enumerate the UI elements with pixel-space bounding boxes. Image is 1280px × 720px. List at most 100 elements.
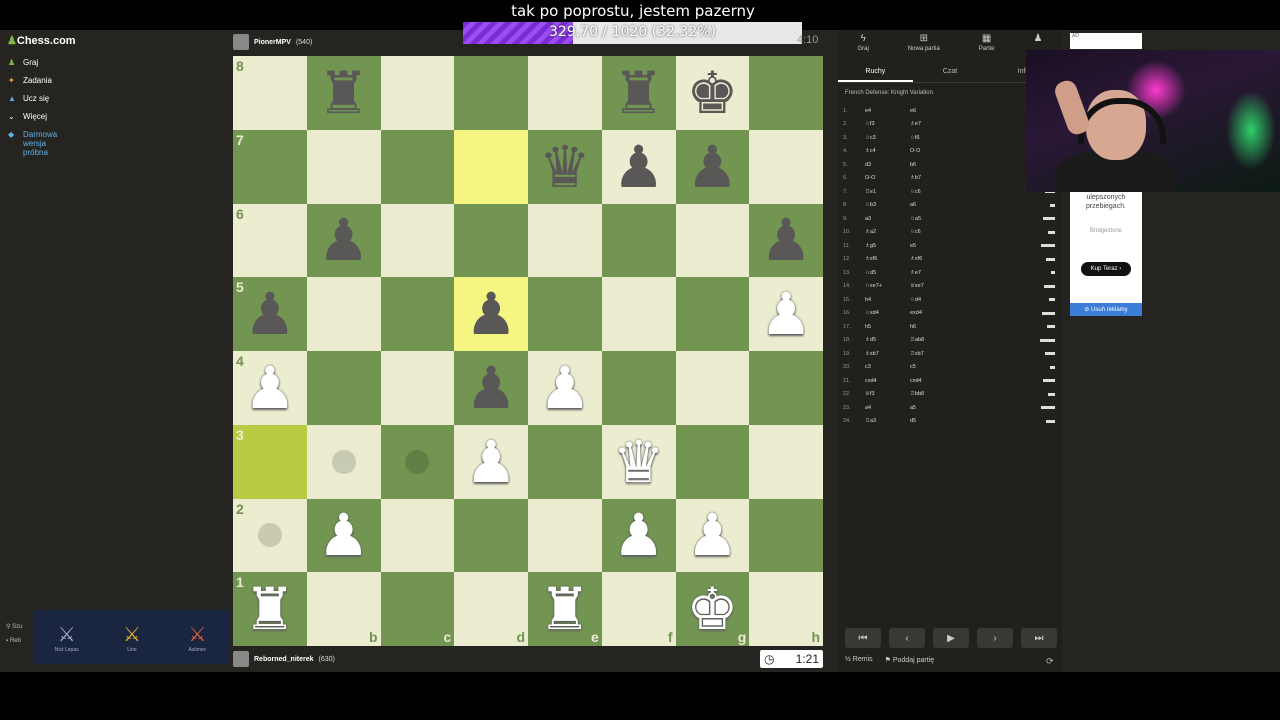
first-move-button[interactable]: ⏮ [845, 628, 881, 648]
white-move[interactable]: ♘f3 [865, 121, 910, 127]
square-h6[interactable]: ♟ [749, 203, 823, 278]
square-f6[interactable] [601, 203, 676, 278]
square-c7[interactable] [380, 129, 455, 204]
black-move[interactable]: e5 [910, 243, 955, 249]
black-pawn-piece[interactable]: ♟ [760, 211, 812, 269]
remove-ads-button[interactable]: ⊘ Usuń reklamy [1070, 303, 1142, 316]
black-move[interactable]: ♗e7 [910, 121, 955, 127]
square-e6[interactable] [528, 203, 602, 278]
black-move[interactable]: ♘c6 [910, 229, 955, 235]
black-move[interactable]: ♘d4 [910, 297, 955, 303]
prev-move-button[interactable]: ‹ [889, 628, 925, 648]
square-d5[interactable]: ♟ [454, 277, 528, 351]
white-queen-piece[interactable]: ♛ [613, 433, 665, 491]
black-move[interactable]: c5 [910, 364, 955, 370]
square-h3[interactable] [749, 424, 823, 499]
square-f5[interactable] [601, 277, 676, 351]
square-f7[interactable]: ♟ [601, 129, 676, 204]
chess-board[interactable]: 8 ♜ ♜ ♚ 7 ♛ ♟ ♟ 6 ♟ ♟ 5 ♟ ♟ ♟ 4 ♟ ♟ ♟ 3 ♟ ♛ 2 ♟ ♟ ♟ 1 ♜ b c d e ♜ f g ♚ h [233, 56, 823, 646]
white-move[interactable]: ♘d5 [865, 270, 910, 276]
square-a6[interactable]: 6 [233, 203, 307, 278]
next-move-button[interactable]: › [977, 628, 1013, 648]
square-c5[interactable] [380, 277, 455, 351]
square-d2[interactable] [454, 498, 528, 573]
square-a7[interactable]: 7 [233, 129, 307, 204]
black-move[interactable]: ♖ab8 [910, 337, 955, 343]
white-move[interactable]: ♘c3 [865, 135, 910, 141]
refresh-icon[interactable]: ⟳ [1046, 656, 1054, 667]
nav-item-more[interactable]: ⌄ Więcej [8, 112, 47, 121]
square-f2[interactable]: ♟ [601, 498, 676, 573]
square-a4[interactable]: 4 ♟ [233, 351, 307, 425]
move-hint-dot[interactable] [331, 449, 356, 474]
avatar[interactable] [233, 34, 249, 50]
square-h7[interactable] [749, 129, 823, 204]
white-move[interactable]: ♘xd4 [865, 310, 910, 316]
square-b7[interactable] [306, 129, 381, 204]
black-move[interactable]: ♗xf6 [910, 256, 955, 262]
draw-button[interactable]: ½ Remis [845, 656, 873, 664]
square-g8[interactable]: ♚ [675, 56, 750, 130]
white-move[interactable]: ♗xf6 [865, 256, 910, 262]
white-pawn-piece[interactable]: ♟ [318, 506, 370, 564]
square-a2[interactable]: 2 [233, 498, 307, 573]
square-e3[interactable] [528, 424, 602, 499]
white-move[interactable]: ♘b3 [865, 202, 910, 208]
square-a5[interactable]: 5 ♟ [233, 277, 307, 351]
square-f1[interactable]: f [601, 572, 676, 646]
square-d1[interactable]: d [454, 572, 528, 646]
square-b2[interactable]: ♟ [306, 498, 381, 573]
black-move[interactable]: cxd4 [910, 378, 955, 384]
black-move[interactable]: exd4 [910, 310, 955, 316]
black-move[interactable]: ♗e7 [910, 270, 955, 276]
black-move[interactable]: b6 [910, 162, 955, 168]
white-move[interactable]: c3 [865, 364, 910, 370]
white-move[interactable]: d3 [865, 162, 910, 168]
square-g3[interactable] [675, 424, 750, 499]
black-pawn-piece[interactable]: ♟ [465, 285, 517, 343]
black-move[interactable]: a5 [910, 405, 955, 411]
white-move[interactable]: a4 [865, 405, 910, 411]
white-move[interactable]: ♘xe7+ [865, 283, 910, 289]
square-e1[interactable]: e ♜ [528, 572, 602, 646]
square-h2[interactable] [749, 498, 823, 573]
nav-item-learn[interactable]: ▲ Ucz się [8, 94, 49, 103]
square-c2[interactable] [380, 498, 455, 573]
resign-button[interactable]: ⚑ Poddaj partię [885, 656, 935, 664]
square-a1[interactable]: 1 ♜ [233, 572, 307, 646]
square-d7[interactable] [454, 129, 528, 204]
black-move[interactable]: ♖bb8 [910, 391, 955, 397]
black-pawn-piece[interactable]: ♟ [318, 211, 370, 269]
tab-chat[interactable]: Czat [913, 64, 988, 82]
profile-nav-item[interactable]: ▪ Reb [6, 634, 22, 648]
move-hint-dot[interactable] [405, 449, 430, 474]
square-g5[interactable] [675, 277, 750, 351]
square-c1[interactable]: c [380, 572, 455, 646]
square-c8[interactable] [380, 56, 455, 130]
black-king-piece[interactable]: ♚ [686, 64, 738, 122]
square-d6[interactable] [454, 203, 528, 278]
square-f3[interactable]: ♛ [601, 424, 676, 499]
black-move[interactable]: ♘a5 [910, 216, 955, 222]
square-f4[interactable] [601, 351, 676, 425]
white-king-piece[interactable]: ♚ [686, 580, 738, 638]
square-h4[interactable] [749, 351, 823, 425]
square-h5[interactable]: ♟ [749, 277, 823, 351]
white-move[interactable]: ♖a3 [865, 418, 910, 424]
square-e2[interactable] [528, 498, 602, 573]
white-move[interactable]: ♗c4 [865, 148, 910, 154]
black-move[interactable]: d5 [910, 418, 955, 424]
white-move[interactable]: ♖e1 [865, 189, 910, 195]
chess-logo[interactable]: ♟Chess.com [7, 34, 76, 47]
player-name[interactable]: PionerMPV [254, 39, 291, 46]
white-pawn-piece[interactable]: ♟ [760, 285, 812, 343]
black-pawn-piece[interactable]: ♟ [465, 359, 517, 417]
black-rook-piece[interactable]: ♜ [318, 64, 370, 122]
white-move[interactable]: ♗g5 [865, 243, 910, 249]
black-pawn-piece[interactable]: ♟ [244, 285, 296, 343]
square-e4[interactable]: ♟ [528, 351, 602, 425]
white-pawn-piece[interactable]: ♟ [244, 359, 296, 417]
white-move[interactable]: O-O [865, 175, 910, 181]
move-hint-dot[interactable] [257, 523, 282, 548]
square-g1[interactable]: g ♚ [675, 572, 750, 646]
